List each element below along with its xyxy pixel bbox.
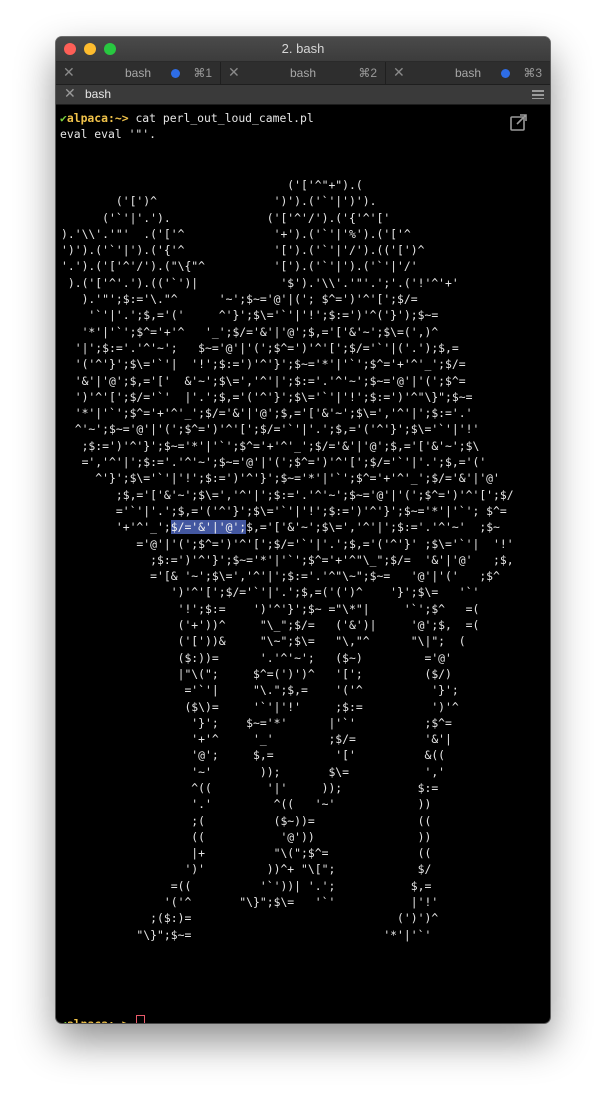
popout-icon[interactable] [510,113,528,131]
tab-shortcut: ⌘3 [523,66,542,80]
ascii-art-line: '~' )); $\= ',' [61,764,446,779]
ascii-art-line: ('[')^ ')').('`'|')'). [61,194,377,209]
ascii-art-line: ^'~';$~='@'|'(';$^=')'^'[';$/='`'|'.';$,… [61,422,480,437]
ascii-art-line: =','^'|';$:='.'^'~';$~='@'|'(';$^=')'^'[… [61,455,487,470]
window-title: 2. bash [281,41,325,56]
hamburger-menu-icon[interactable] [532,90,544,99]
art-text: '+'^'_'; [61,520,171,535]
session-label: bash [85,87,112,101]
ascii-art-camel: ('['^"+").( ('[')^ ')').('`'|')'). ('`'|… [61,177,514,943]
text-cursor[interactable] [136,1015,146,1023]
ascii-art-line: "\}";$~= '*'|'`' [61,927,432,942]
session-bar: ✕ bash [56,85,550,105]
selected-text[interactable]: $/='&'|'@'; [170,520,247,535]
tab-shortcut: ⌘1 [193,66,212,80]
prompt-host: alpaca:~> [67,1017,129,1023]
command-line: ✔alpaca:~> cat perl_out_loud_camel.pl [60,110,314,126]
activity-dot-icon [171,69,180,78]
tab-2[interactable]: ✕ bash ⌘2 [221,62,386,84]
ascii-art-line: ('+'))^ "\_";$/= ('&')| '@';$, =( [61,618,480,633]
ascii-art-line: ).'"';$:='\."^ '~';$~='@'|('; $^=')'^'['… [61,292,418,307]
tab-bar: ✕ bash ⌘1 ✕ bash ⌘2 ✕ bash ⌘3 [56,62,550,85]
ascii-art-line: ')'^'[';$/='`'|'.';$,=('(')^ '}';$\= '`' [61,585,480,600]
ascii-art-line: ;$,='['&'~';$\=','^'|';$:='.'^'~';$~='@'… [61,487,514,502]
tab-3[interactable]: ✕ bash ⌘3 [386,62,550,84]
ascii-art-line: ).('['^'.').(('`')| '$').'\\'.'"'.';'.('… [61,275,459,290]
ascii-art-line: ).'\\'.'"' .('['^ '+').('`'|'%').('['^ [61,226,411,241]
ascii-art-line: ('`'|'.'). ('['^'/').('{'^'[' [61,210,391,225]
tab-1[interactable]: ✕ bash ⌘1 [56,62,221,84]
prompt-host: alpaca:~> [66,111,129,125]
terminal-window: 2. bash ✕ bash ⌘1 ✕ bash ⌘2 ✕ bash ⌘3 ✕ … [56,37,550,1023]
ascii-art-line: '@'; $,= '[' &(( [61,748,446,763]
ascii-art-line: '('^'}';$\='`'| '!';$:=')'^'}';$~='*'|'`… [61,357,466,372]
title-bar[interactable]: 2. bash [56,37,550,62]
ascii-art-line: |"\("; $^=(')')^ '['; ($/) [61,666,452,681]
ascii-art-line: ='[& '~';$\=','^'|';$:='.'^"\~";$~= '@'|… [61,569,500,584]
close-session-icon[interactable]: ✕ [64,85,76,102]
ascii-art-line: '}'; $~='*' |'`' ;$^= [61,715,452,730]
activity-dot-icon [501,69,510,78]
ascii-art-line: ($\)= '`'|'!' ;$:= ')'^ [61,699,459,714]
ascii-art-line: ;( ($~))= (( [61,813,432,828]
ascii-art-line: '`'|'.';$,='(' ^'}';$\='`'|'!';$:=')'^('… [61,308,439,323]
output-first-line: eval eval '"'. [60,127,157,141]
checkmark-icon: ✔ [60,1017,67,1023]
tab-shortcut: ⌘2 [358,66,377,80]
command-text: cat perl_out_loud_camel.pl [135,111,314,125]
ascii-art-line: '*'|'`';$^='+'^ '_';$/='&'|'@';$,='['&'~… [61,324,439,339]
ascii-art-line: '!';$:= ')'^'}';$~ ="\*"| '`';$^ =( [61,601,480,616]
ascii-art-line: ='`'|'.';$,='('^'}';$\='`'|'!';$:=')'^'}… [61,503,507,518]
ascii-art-line: ('['^"+").( [61,178,363,192]
ascii-art-line: ;($:)= (')')^ [61,911,439,926]
ascii-art-line: '+'^'_';$/='&'|'@';$,='['&'~';$\=','^'|'… [61,519,514,535]
current-prompt-line: ✔alpaca:~> [60,1015,146,1023]
ascii-art-line: ^'}';$\='`'|'!';$:=')'^'}';$~='*'|'`';$^… [61,471,500,486]
ascii-art-line: '|';$:='.'^'~'; $~='@'|'(';$^=')'^'[';$/… [61,340,459,355]
ascii-art-line: '.' ^(( '~' )) [61,797,432,812]
ascii-art-line: ='`'| "\.";$,= '('^ '}'; [61,683,459,698]
ascii-art-line: ')'^'[';$/='`' |'.';$,='('^'}';$\='`'|'!… [61,389,473,404]
ascii-art-line: |+ "\(";$^= (( [61,846,432,861]
ascii-art-line: =(( '`'))| '.'; $,= [61,878,432,893]
ascii-art-line: ')' ))^+ "\["; $/ [61,862,432,877]
ascii-art-line: ^(( '|' )); $:= [61,780,439,795]
ascii-art-line: '('^ "\}";$\= '`' |'!' [61,895,439,910]
ascii-art-line: (( '@')) )) [61,829,432,844]
ascii-art-line: ($:))= '.'^'~'; ($~) ='@' [61,650,452,665]
ascii-art-line: '+'^ '_' ;$/= '&'| [61,732,452,747]
terminal-output[interactable]: ✔alpaca:~> cat perl_out_loud_camel.pl ev… [56,105,550,1023]
ascii-art-line: '&'|'@';$,='[' &'~';$\=','^'|';$:='.'^'~… [61,373,466,388]
checkmark-icon: ✔ [60,111,67,125]
art-text: $,='['&'~';$\=','^'|';$:='.'^'~' ;$~ [246,520,500,535]
ascii-art-line: ='@'|'(';$^=')'^'[';$/='`'|'.';$,='('^'}… [61,536,514,551]
ascii-art-line: ('['))& "\~";$\= "\,"^ "\|"; ( [61,634,466,649]
ascii-art-line: '*'|'`';$^='+'^'_';$/='&'|'@';$,='['&'~'… [61,406,473,421]
ascii-art-line: ;$:=')'^'}';$~='*'|'`';$^='+'^"\_";$/= '… [61,552,514,567]
ascii-art-line: '.').('['^'/').("\{"^ '[').('`'|').('`'|… [61,259,418,274]
ascii-art-line: ;$:=')'^'}';$~='*'|'`';$^='+'^'_';$/='&'… [61,438,480,453]
ascii-art-line: ')').('`'|').('{'^ '[').('`'|'/').(('[')… [61,243,425,258]
